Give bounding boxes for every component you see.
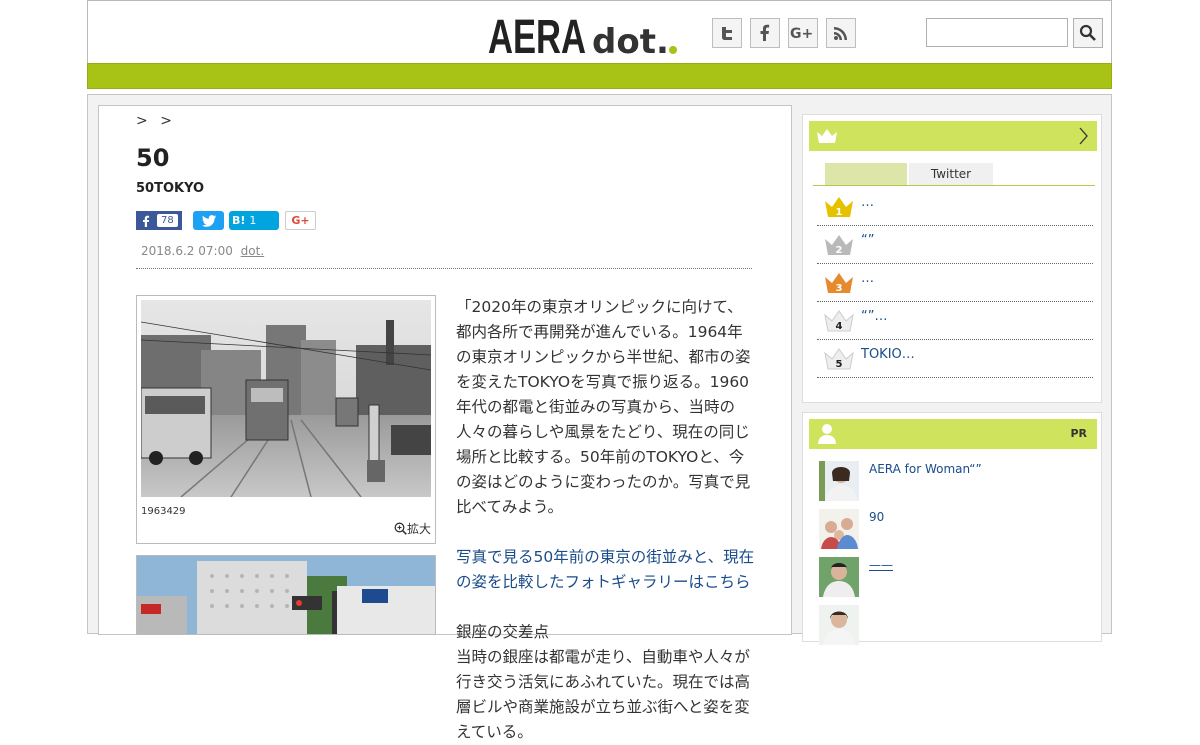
pr-thumbnail[interactable] bbox=[819, 605, 859, 645]
twitter-share-button[interactable] bbox=[193, 211, 224, 230]
twitter-bird-icon bbox=[201, 214, 216, 227]
twitter-icon[interactable] bbox=[712, 18, 742, 48]
facebook-share-count: 78 bbox=[157, 214, 178, 227]
article-paragraph: 「2020年の東京オリンピックに向けて、都内各所で再開発が進んでいる。1964年… bbox=[456, 298, 751, 516]
pr-thumbnail[interactable] bbox=[819, 509, 859, 549]
zoom-in-icon bbox=[394, 522, 407, 535]
pr-item-text[interactable]: 90 bbox=[869, 510, 884, 524]
facebook-icon bbox=[143, 215, 150, 227]
pr-panel: PR AERA for Woman“” 90 —— bbox=[802, 412, 1102, 645]
breadcrumb-chevron[interactable]: > bbox=[160, 113, 172, 129]
hatena-label: B! bbox=[232, 214, 246, 227]
ranking-item-text[interactable]: “” bbox=[861, 233, 874, 248]
rank-crown-gold-icon: 1 bbox=[825, 197, 853, 218]
rank-crown-silver-icon: 2 bbox=[825, 235, 853, 256]
pr-thumbnail[interactable] bbox=[819, 557, 859, 597]
svg-text:dot.: dot. bbox=[592, 22, 669, 59]
google-plus-share-button[interactable]: G+ bbox=[285, 211, 316, 230]
article-photo-2[interactable] bbox=[136, 555, 436, 635]
crown-icon bbox=[817, 129, 837, 143]
rss-icon[interactable] bbox=[826, 18, 856, 48]
page-title: 50 bbox=[136, 144, 170, 172]
ranking-item-text[interactable]: “”… bbox=[861, 309, 887, 324]
ranking-item[interactable]: 4 “”… bbox=[817, 301, 1093, 340]
enlarge-label: 拡大 bbox=[406, 522, 431, 536]
svg-text:4: 4 bbox=[836, 321, 843, 332]
google-plus-icon: G+ bbox=[291, 214, 310, 227]
breadcrumb-chevron[interactable]: > bbox=[136, 113, 148, 129]
google-plus-icon[interactable]: G+ bbox=[788, 18, 818, 48]
tab-label: Twitter bbox=[930, 167, 972, 181]
ranking-item-text[interactable]: … bbox=[861, 271, 874, 286]
chevron-right-icon[interactable] bbox=[1079, 127, 1089, 145]
article-date: 2018.6.2 07:00 dot. bbox=[141, 244, 264, 258]
article-paragraph: 当時の銀座は都電が走り、自動車や人々が行き交う活気にあふれていた。現在では高層ビ… bbox=[456, 648, 751, 741]
pr-label: PR bbox=[1070, 427, 1087, 440]
search-button[interactable] bbox=[1073, 18, 1103, 48]
pr-item-text[interactable]: AERA for Woman“” bbox=[869, 462, 982, 476]
rank-crown-icon: 4 bbox=[824, 310, 854, 332]
ranking-item-text[interactable]: TOKIO… bbox=[861, 347, 915, 362]
ginza-street-photo[interactable] bbox=[137, 556, 436, 635]
breadcrumb: > > bbox=[136, 113, 180, 129]
rank-crown-bronze-icon: 3 bbox=[825, 273, 853, 294]
svg-text:5: 5 bbox=[836, 359, 843, 370]
ranking-item[interactable]: 5 TOKIO… bbox=[817, 339, 1093, 378]
tab-underline bbox=[813, 185, 1095, 186]
svg-text:AERA: AERA bbox=[488, 11, 586, 59]
enlarge-button[interactable]: 拡大 bbox=[394, 520, 431, 537]
site-header: AERA dot. G+ bbox=[87, 0, 1112, 63]
ranking-header[interactable] bbox=[809, 121, 1097, 151]
svg-text:3: 3 bbox=[836, 283, 843, 294]
pr-item-text[interactable]: —— bbox=[869, 558, 893, 572]
svg-text:1: 1 bbox=[836, 207, 843, 218]
ranking-item[interactable]: 1 … bbox=[817, 187, 1093, 226]
ranking-panel: Twitter 1 … 2 “” 3 … 4 “”… 5 TOKIO… bbox=[802, 114, 1102, 403]
tram-street-photo[interactable] bbox=[141, 300, 431, 497]
pr-thumbnail[interactable] bbox=[819, 461, 859, 501]
page-subtitle: 50TOKYO bbox=[136, 181, 205, 196]
gallery-link[interactable]: 写真で見る50年前の東京の街並みと、現在の姿を比較したフォトギャラリーはこちら bbox=[456, 548, 754, 591]
article-photo-1[interactable]: 1963429 拡大 bbox=[136, 295, 436, 544]
aera-dot-logo[interactable]: AERA dot. bbox=[488, 7, 688, 59]
ranking-item-text[interactable]: … bbox=[861, 195, 874, 210]
svg-text:G+: G+ bbox=[790, 26, 813, 42]
tab-ranking[interactable] bbox=[825, 163, 907, 185]
section-heading: 銀座の交差点 bbox=[456, 623, 550, 641]
person-icon bbox=[818, 424, 836, 444]
divider bbox=[136, 268, 752, 269]
svg-text:2: 2 bbox=[836, 245, 843, 256]
article-body: 「2020年の東京オリンピックに向けて、都内各所で再開発が進んでいる。1964年… bbox=[456, 295, 756, 745]
facebook-icon[interactable] bbox=[750, 18, 780, 48]
source-link[interactable]: dot. bbox=[241, 244, 264, 258]
nav-bar bbox=[87, 63, 1112, 89]
facebook-share-button[interactable]: 78 bbox=[136, 211, 182, 230]
rank-crown-icon: 5 bbox=[824, 348, 854, 370]
hatena-count: 1 bbox=[249, 214, 257, 227]
photo-caption: 1963429 bbox=[141, 506, 186, 517]
search-icon bbox=[1079, 24, 1096, 41]
search-input[interactable] bbox=[926, 18, 1068, 47]
pr-header: PR bbox=[809, 419, 1097, 449]
ranking-item[interactable]: 3 … bbox=[817, 263, 1093, 302]
tab-twitter[interactable]: Twitter bbox=[909, 163, 993, 185]
publish-date: 2018.6.2 07:00 bbox=[141, 244, 233, 258]
ranking-item[interactable]: 2 “” bbox=[817, 225, 1093, 264]
hatena-bookmark-button[interactable]: B! 1 bbox=[229, 211, 279, 230]
